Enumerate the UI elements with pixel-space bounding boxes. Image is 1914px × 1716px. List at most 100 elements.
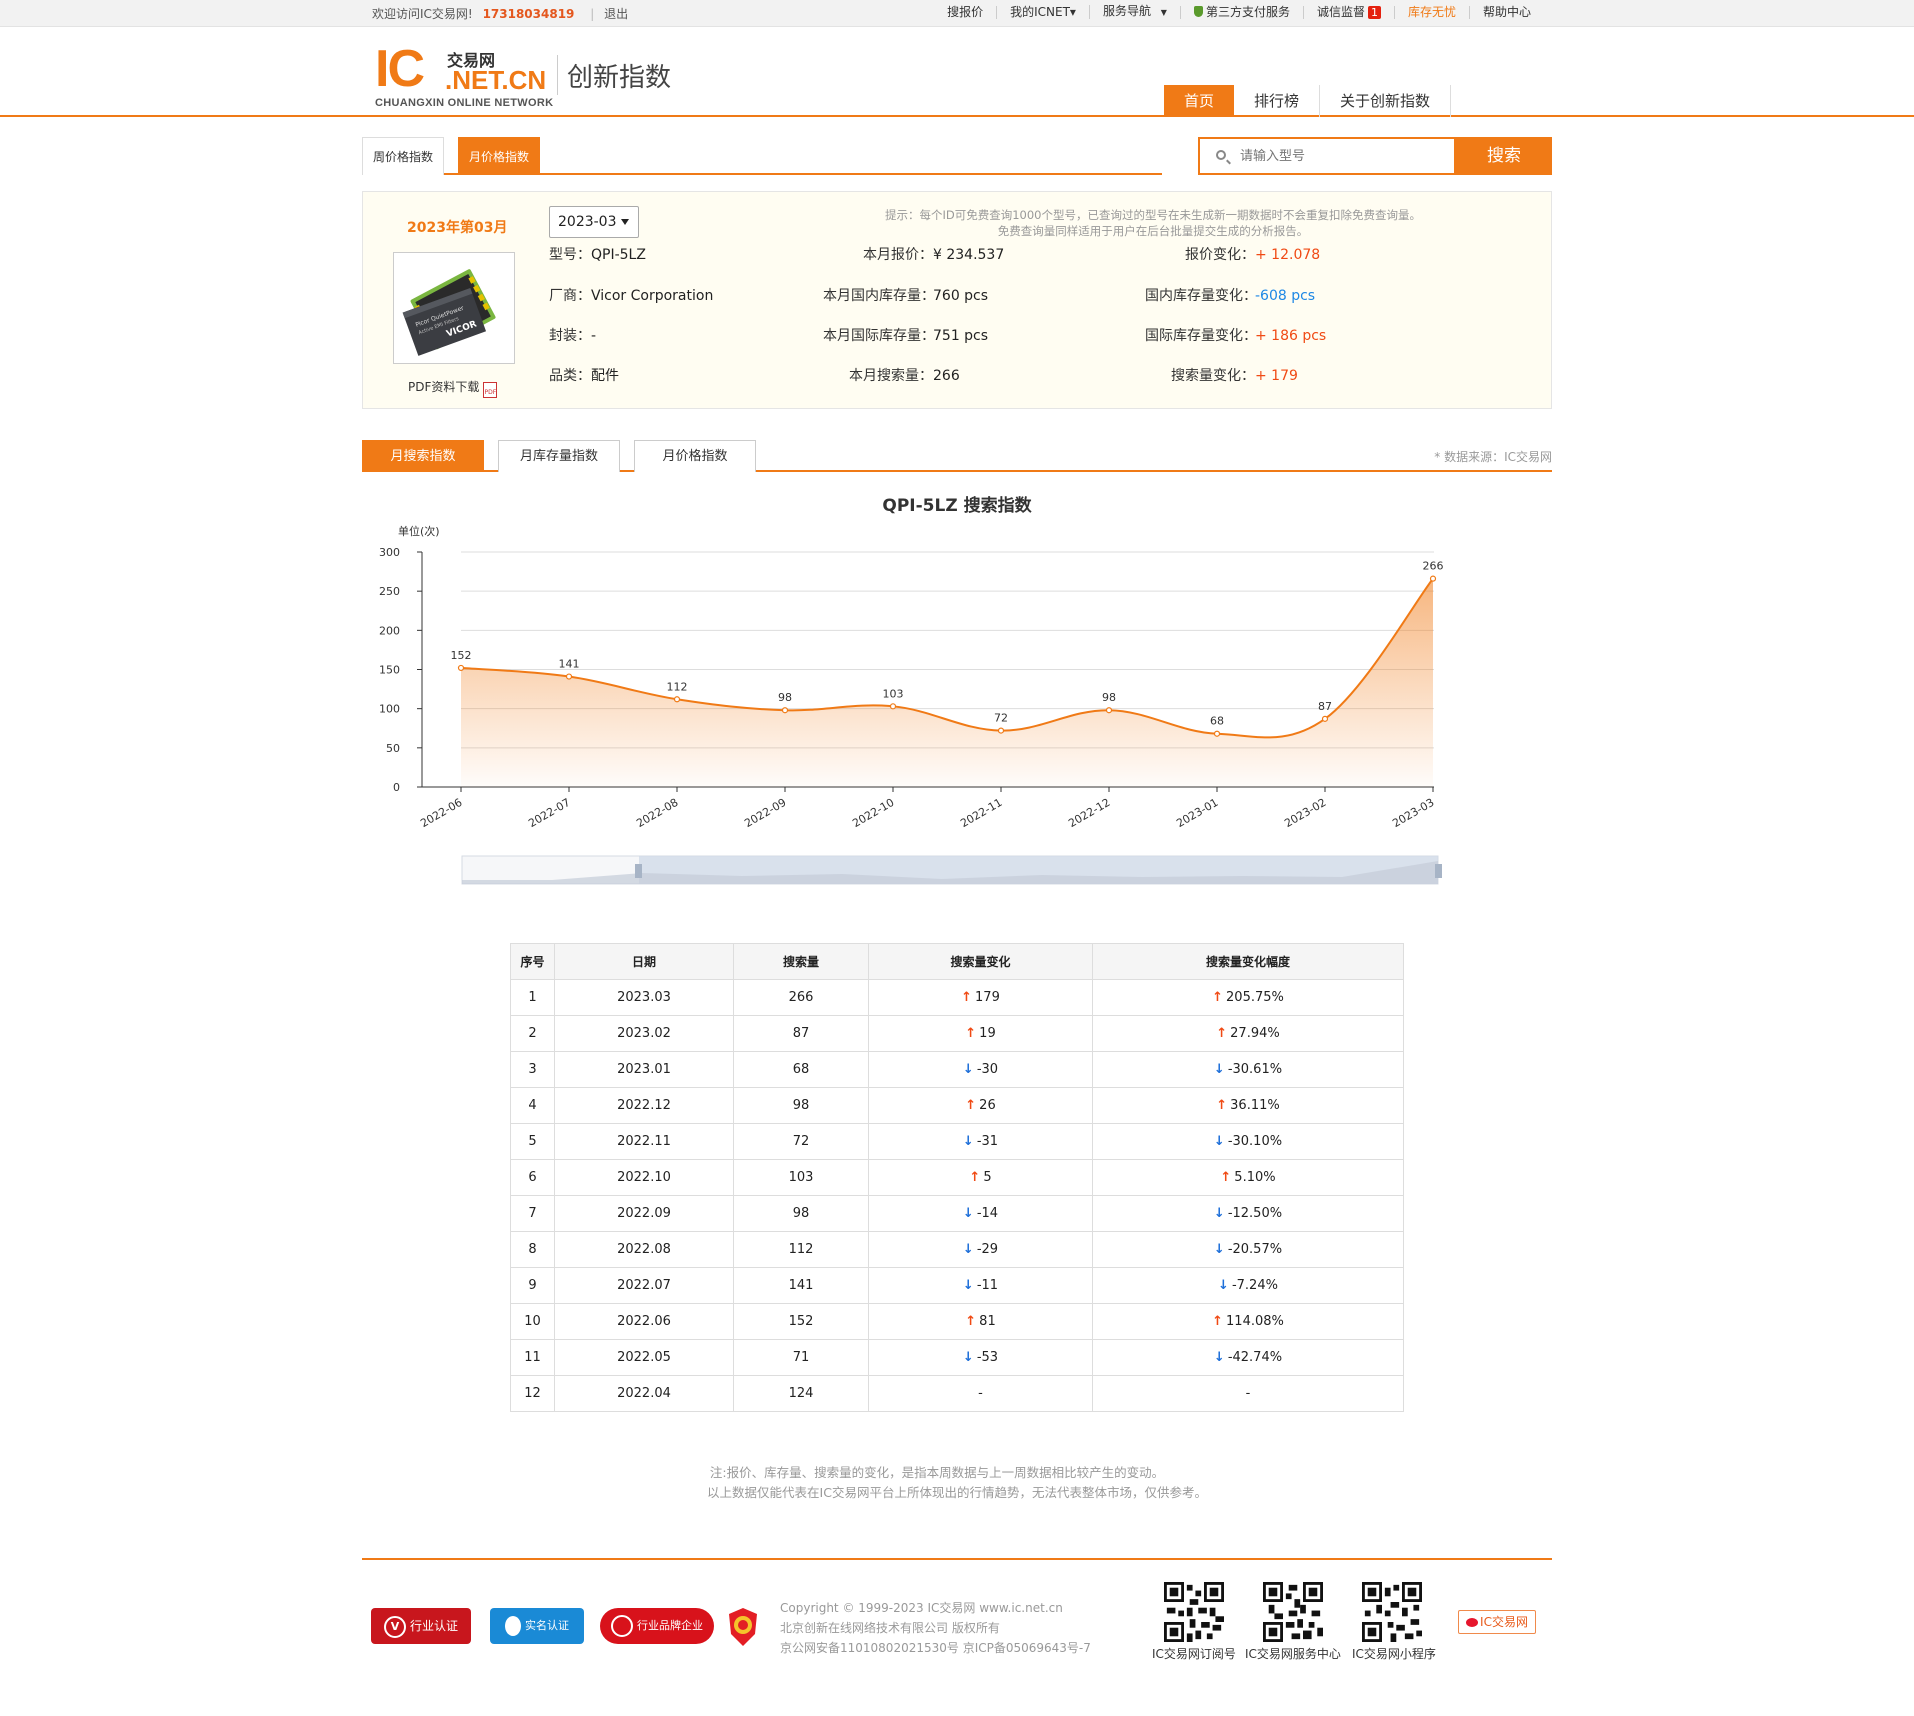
period-select[interactable]: 2023-03 [549,206,639,238]
third-party-pay-link[interactable]: 第三方支付服务 [1179,4,1303,19]
weibo-link[interactable]: IC交易网 [1458,1610,1536,1634]
arrow-up-icon: ↑ [961,990,973,1005]
integrity-supervision-label: 诚信监督 [1316,4,1365,19]
row-change-pct-text: 27.94% [1230,1026,1280,1041]
nav-about[interactable]: 关于创新指数 [1320,85,1452,117]
help-center-link[interactable]: 帮助中心 [1468,5,1544,19]
x-tick-label: 2023-02 [1282,796,1328,830]
tab-monthly-search-index[interactable]: 月搜索指数 [362,440,484,472]
site-logo[interactable]: IC 交易网 .NET.CN CHUANGXIN ONLINE NETWORK [375,43,553,109]
row-change-text: -11 [976,1278,999,1293]
row-date-text: 2022.12 [617,1098,671,1113]
table-row: 1 2023.03 266 ↑ 179 ↑ 205.75% [510,979,1404,1016]
data-point[interactable] [1213,730,1221,737]
icp-text: 京公网安备11010802021530号 京ICP备05069643号-7 [780,1641,1091,1655]
industry-cert-badge[interactable]: V 行业认证 [371,1608,471,1644]
row-change-pct: ↓ -30.10% [1092,1123,1404,1160]
brand-enterprise-badge[interactable]: 行业品牌企业 [600,1608,714,1644]
data-point[interactable] [673,696,681,703]
my-icnet-link[interactable]: 我的ICNET▾ [996,5,1089,19]
nav-home[interactable]: 首页 [1164,85,1235,117]
row-change-pct: - [1092,1375,1404,1412]
search-input[interactable] [1240,146,1440,166]
row-date-text: 2022.06 [617,1314,671,1329]
arrow-down-icon: ↓ [1213,1350,1225,1365]
pdf-download-link[interactable]: PDF资料下载 PDF [408,378,498,398]
row-number-text: 6 [528,1170,537,1185]
data-point[interactable] [997,727,1005,734]
price-change-field: 报价变化：+ 12.078 [1145,244,1320,264]
data-point[interactable] [1105,707,1113,714]
price-change-value: + 12.078 [1255,247,1321,263]
row-change-text: -30 [976,1062,999,1077]
row-volume-text: 71 [792,1350,810,1365]
arrow-up-icon: ↑ [965,1026,977,1041]
third-party-pay-label: 第三方支付服务 [1205,4,1290,19]
logout-link[interactable]: 退出 [604,7,628,21]
row-number-text: 8 [528,1242,537,1257]
row-date: 2022.09 [554,1195,734,1232]
col-header-no: 序号 [510,943,555,980]
table-header-row: 序号 日期 搜索量 搜索量变化 搜索量变化幅度 [510,943,1404,980]
row-change-pct: ↑ 114.08% [1092,1303,1404,1340]
table-row: 11 2022.05 71 ↓ -53 ↓ -42.74% [510,1339,1404,1376]
police-badge-icon[interactable] [725,1606,761,1648]
row-date-text: 2023.02 [617,1026,671,1041]
welcome-area: 欢迎访问IC交易网! 17318034819 | 退出 [372,5,628,22]
data-point[interactable] [1321,715,1329,722]
search-change-value: + 179 [1255,368,1298,384]
company-text: 北京创新在线网络技术有限公司 版权所有 [780,1621,1000,1635]
period-label: 2023年第03月 [407,220,508,236]
row-date: 2023.02 [554,1015,734,1052]
row-volume: 141 [733,1267,869,1304]
data-label: 72 [994,712,1008,725]
tab-monthly-stock-index[interactable]: 月库存量指数 [498,440,620,472]
intl-stock-value: 751 pcs [933,328,989,344]
arrow-up-icon: ↑ [965,1314,977,1329]
domestic-change-label: 国内库存量变化： [1145,288,1257,304]
data-label: 103 [883,687,904,700]
y-tick-label: 50 [386,742,400,755]
data-point[interactable] [1429,575,1437,582]
row-change-pct: ↑ 36.11% [1092,1087,1404,1124]
data-zoom-slider[interactable] [461,855,1442,885]
row-volume: 112 [733,1231,869,1268]
nav-ranking[interactable]: 排行榜 [1234,85,1321,117]
qr-label-subscription: IC交易网订阅号 [1152,1647,1236,1661]
row-change: ↓ -30 [868,1051,1093,1088]
realname-cert-badge[interactable]: 实名认证 [490,1608,584,1644]
tab-monthly-price-index-chart[interactable]: 月价格指数 [634,440,756,472]
data-label: 98 [778,691,792,704]
pdf-icon: PDF [483,382,498,398]
row-number: 12 [510,1375,555,1412]
zoom-handle-left[interactable] [635,864,642,878]
data-point[interactable] [565,673,573,680]
tab-weekly-price-index[interactable]: 周价格指数 [362,137,445,175]
data-point[interactable] [889,703,897,710]
brand-enterprise-label: 行业品牌企业 [637,1619,703,1632]
user-phone-link[interactable]: 17318034819 [483,7,575,21]
data-source-note: * 数据来源：IC交易网 [1434,450,1552,464]
category-value: 配件 [591,368,619,384]
row-change-pct: ↑ 5.10% [1092,1159,1404,1196]
search-button[interactable]: 搜索 [1456,137,1552,175]
divider: | [590,7,595,21]
site-header: IC 交易网 .NET.CN CHUANGXIN ONLINE NETWORK … [0,27,1914,117]
data-point[interactable] [781,707,789,714]
data-label: 112 [667,680,688,693]
domestic-stock-label: 本月国内库存量： [823,288,935,304]
stock-worry-free-link[interactable]: 库存无忧 [1393,5,1469,19]
row-change-pct: ↓ -12.50% [1092,1195,1404,1232]
zoom-handle-right[interactable] [1435,864,1442,878]
service-nav-link[interactable]: 服务导航 ▼ [1088,5,1180,19]
search-quote-link[interactable]: 搜报价 [934,5,996,19]
intl-change-field: 国际库存量变化：+ 186 pcs [1145,325,1326,345]
data-point[interactable] [457,664,465,672]
row-volume-text: 152 [788,1314,814,1329]
integrity-supervision-link[interactable]: 诚信监督 1 [1302,4,1394,19]
x-tick-label: 2022-09 [742,796,788,830]
row-change: ↑ 5 [868,1159,1093,1196]
search-count-label: 本月搜索量： [849,368,933,384]
tab-monthly-price-index[interactable]: 月价格指数 [458,137,541,175]
arrow-up-icon: ↑ [965,1098,977,1113]
